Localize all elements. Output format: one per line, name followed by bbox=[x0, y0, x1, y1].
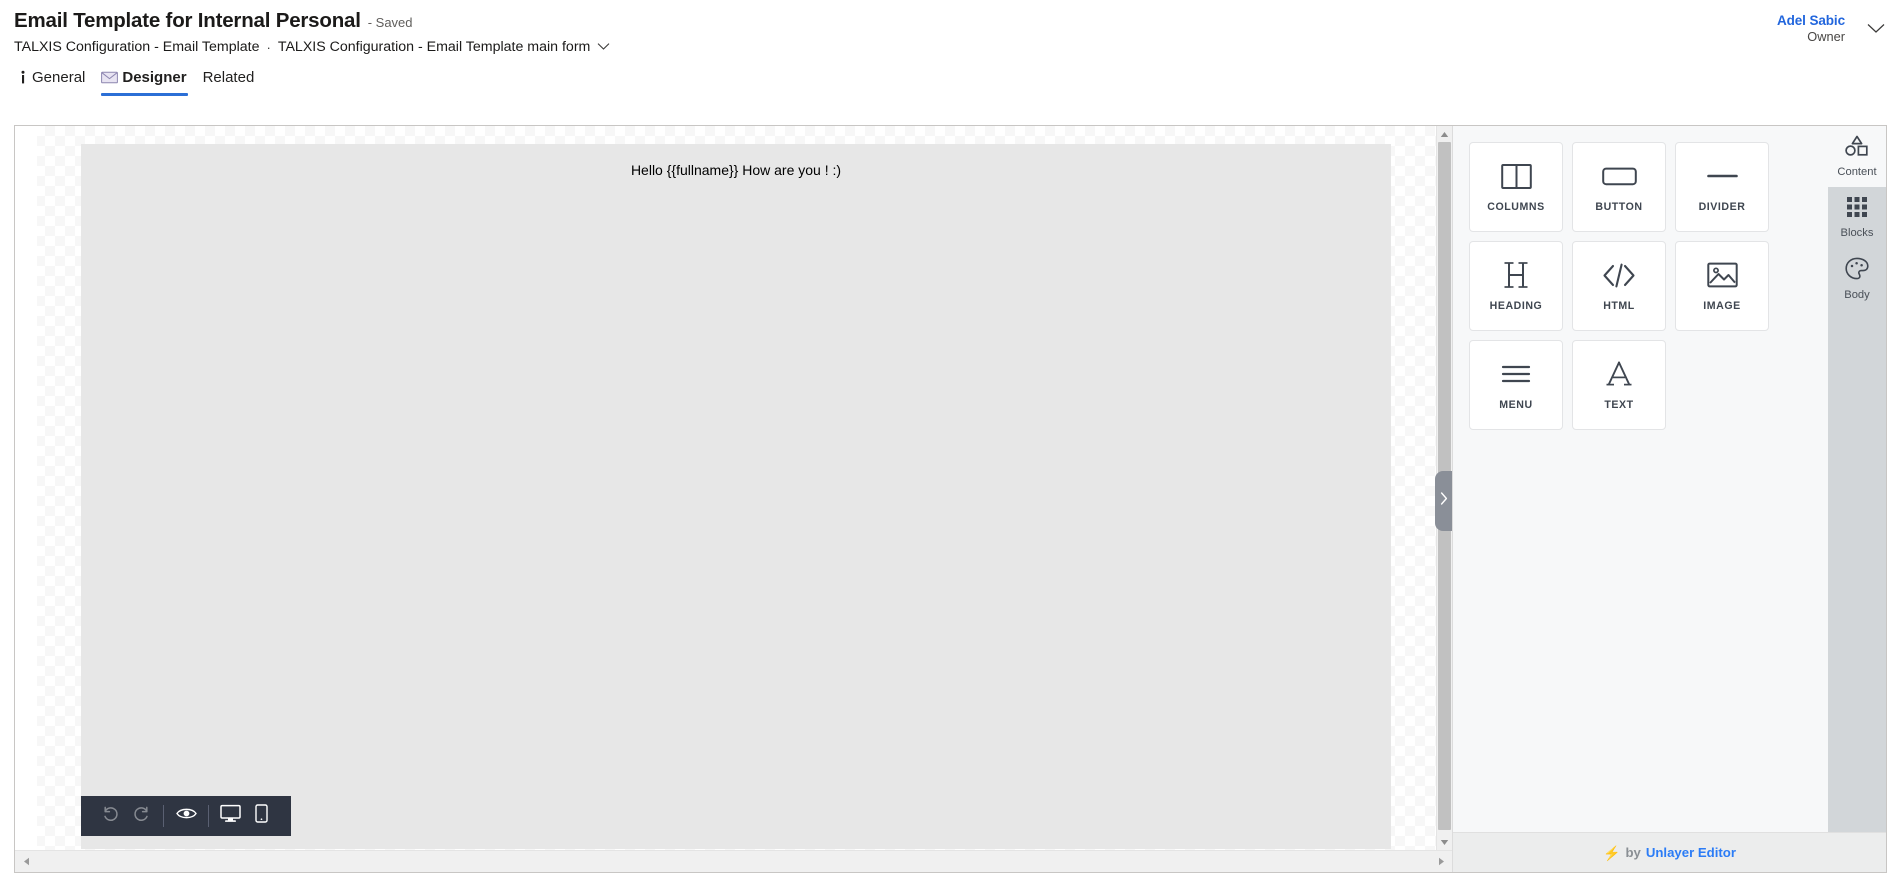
tab-designer-label: Designer bbox=[122, 68, 187, 86]
block-divider[interactable]: DIVIDER bbox=[1675, 142, 1769, 232]
breadcrumb: TALXIS Configuration - Email Template · … bbox=[14, 39, 1902, 55]
scroll-right-button[interactable] bbox=[1432, 851, 1450, 872]
rail-item-body[interactable]: Body bbox=[1828, 248, 1886, 309]
unlayer-footer: ⚡ by Unlayer Editor bbox=[1453, 832, 1886, 872]
shapes-icon bbox=[1844, 135, 1871, 162]
columns-icon bbox=[1500, 161, 1532, 191]
heading-icon bbox=[1502, 260, 1530, 290]
desktop-icon bbox=[219, 804, 241, 828]
block-label: DIVIDER bbox=[1698, 201, 1746, 213]
code-icon bbox=[1602, 260, 1636, 290]
breadcrumb-form[interactable]: TALXIS Configuration - Email Template ma… bbox=[278, 39, 591, 55]
rail-item-content[interactable]: Content bbox=[1828, 126, 1886, 187]
envelope-icon bbox=[101, 71, 119, 84]
desktop-view-button[interactable] bbox=[215, 799, 246, 833]
toolbar-divider bbox=[207, 805, 209, 827]
block-label: IMAGE bbox=[1703, 300, 1741, 312]
palette-icon bbox=[1845, 257, 1869, 285]
tab-related[interactable]: Related bbox=[197, 65, 265, 96]
page-title: Email Template for Internal Personal bbox=[14, 9, 361, 32]
scroll-up-button[interactable] bbox=[1437, 126, 1452, 142]
redo-button[interactable] bbox=[126, 799, 157, 833]
blocks-palette: COLUMNS BUTTON DIVIDER HEADING HTML IMAG… bbox=[1453, 126, 1828, 832]
user-menu-chevron-down-icon[interactable] bbox=[1866, 22, 1886, 40]
info-icon bbox=[18, 70, 28, 85]
caret-right-icon bbox=[1438, 853, 1445, 871]
toolbar-divider bbox=[163, 805, 165, 827]
rail-label: Blocks bbox=[1840, 227, 1874, 239]
user-name[interactable]: Adel Sabic bbox=[1777, 12, 1845, 29]
block-heading[interactable]: HEADING bbox=[1469, 241, 1563, 331]
caret-left-icon bbox=[23, 853, 30, 871]
tab-general-label: General bbox=[32, 68, 86, 86]
design-canvas-region: Hello {{fullname}} How are you ! :) bbox=[15, 126, 1452, 872]
design-canvas[interactable]: Hello {{fullname}} How are you ! :) bbox=[15, 126, 1436, 850]
scroll-left-button[interactable] bbox=[17, 851, 35, 872]
chevron-right-icon bbox=[1440, 492, 1448, 510]
mobile-view-button[interactable] bbox=[246, 799, 277, 833]
email-body-container[interactable]: Hello {{fullname}} How are you ! :) bbox=[81, 144, 1391, 849]
form-tab-bar: General Designer Related bbox=[0, 64, 1902, 96]
user-info[interactable]: Adel Sabic Owner bbox=[1777, 12, 1845, 46]
rail-label: Body bbox=[1844, 288, 1870, 301]
tab-designer[interactable]: Designer bbox=[95, 65, 196, 96]
designer-right-panel: COLUMNS BUTTON DIVIDER HEADING HTML IMAG… bbox=[1452, 126, 1886, 872]
mobile-icon bbox=[255, 804, 268, 828]
block-label: HEADING bbox=[1489, 300, 1543, 312]
email-designer: Hello {{fullname}} How are you ! :) COLU… bbox=[14, 125, 1887, 873]
canvas-horizontal-scrollbar[interactable] bbox=[15, 850, 1452, 872]
email-text-block[interactable]: Hello {{fullname}} How are you ! :) bbox=[81, 144, 1391, 178]
divider-icon bbox=[1706, 161, 1738, 191]
title-row: Email Template for Internal Personal - S… bbox=[14, 9, 1902, 33]
image-icon bbox=[1706, 260, 1738, 290]
caret-up-icon bbox=[1440, 126, 1449, 143]
tab-related-label: Related bbox=[202, 68, 255, 86]
caret-down-icon bbox=[1440, 833, 1449, 851]
footer-by-text: by bbox=[1625, 845, 1641, 860]
block-columns[interactable]: COLUMNS bbox=[1469, 142, 1563, 232]
rail-item-blocks[interactable]: Blocks bbox=[1828, 187, 1886, 248]
canvas-left-gutter bbox=[15, 126, 37, 850]
undo-icon bbox=[101, 804, 120, 828]
block-html[interactable]: HTML bbox=[1572, 241, 1666, 331]
editor-toolbar bbox=[81, 796, 291, 836]
lightning-bolt-icon: ⚡ bbox=[1603, 844, 1621, 861]
unlayer-editor-link[interactable]: Unlayer Editor bbox=[1646, 845, 1736, 860]
tab-general[interactable]: General bbox=[12, 65, 95, 96]
panel-collapse-handle[interactable] bbox=[1435, 471, 1452, 531]
chevron-down-icon[interactable] bbox=[597, 42, 610, 51]
user-role: Owner bbox=[1807, 29, 1845, 45]
redo-icon bbox=[132, 804, 151, 828]
block-label: BUTTON bbox=[1595, 201, 1643, 213]
breadcrumb-separator: · bbox=[266, 39, 271, 55]
block-button[interactable]: BUTTON bbox=[1572, 142, 1666, 232]
right-panel-main: COLUMNS BUTTON DIVIDER HEADING HTML IMAG… bbox=[1453, 126, 1886, 832]
block-label: TEXT bbox=[1604, 399, 1634, 411]
grid-icon bbox=[1846, 196, 1868, 223]
preview-button[interactable] bbox=[170, 799, 201, 833]
block-label: HTML bbox=[1603, 300, 1635, 312]
button-icon bbox=[1601, 161, 1637, 191]
designer-rail: Content Blocks Body bbox=[1828, 126, 1886, 832]
eye-icon bbox=[175, 806, 197, 826]
page-header: Email Template for Internal Personal - S… bbox=[0, 0, 1902, 64]
block-text[interactable]: TEXT bbox=[1572, 340, 1666, 430]
text-icon bbox=[1605, 359, 1633, 389]
block-label: MENU bbox=[1499, 399, 1533, 411]
breadcrumb-entity[interactable]: TALXIS Configuration - Email Template bbox=[14, 39, 260, 55]
save-status: - Saved bbox=[367, 15, 413, 30]
block-label: COLUMNS bbox=[1487, 201, 1545, 213]
block-menu[interactable]: MENU bbox=[1469, 340, 1563, 430]
undo-button[interactable] bbox=[95, 799, 126, 833]
rail-label: Content bbox=[1837, 166, 1877, 178]
block-image[interactable]: IMAGE bbox=[1675, 241, 1769, 331]
menu-icon bbox=[1501, 359, 1531, 389]
scroll-down-button[interactable] bbox=[1437, 834, 1452, 850]
